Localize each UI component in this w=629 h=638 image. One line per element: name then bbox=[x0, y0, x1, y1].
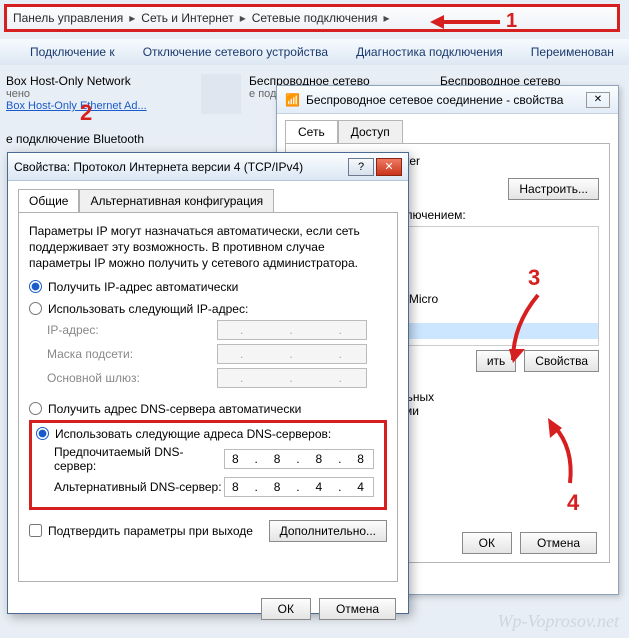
ipv4-properties-window: Свойства: Протокол Интернета версии 4 (T… bbox=[7, 152, 409, 614]
ok-button[interactable]: OК bbox=[261, 598, 311, 620]
mask-label: Маска подсети: bbox=[47, 347, 217, 361]
advanced-button[interactable]: Дополнительно... bbox=[269, 520, 387, 542]
network-icon: 📶 bbox=[285, 93, 300, 107]
gateway-field: ... bbox=[217, 368, 367, 388]
chevron-right-icon: ▸ bbox=[129, 11, 135, 25]
dns-highlight-box: Использовать следующие адреса DNS-сервер… bbox=[29, 420, 387, 510]
tab-alternate[interactable]: Альтернативная конфигурация bbox=[79, 189, 274, 212]
radio-input[interactable] bbox=[36, 427, 49, 440]
annotation-arrow-1: 1 bbox=[430, 10, 517, 33]
close-button[interactable]: ✕ bbox=[586, 92, 610, 108]
confirm-on-exit[interactable]: Подтвердить параметры при выходе bbox=[29, 524, 253, 538]
ip-label: IP-адрес: bbox=[47, 323, 217, 337]
dns1-label: Предпочитаемый DNS-сервер: bbox=[54, 445, 224, 473]
toolbar-disable[interactable]: Отключение сетевого устройства bbox=[143, 45, 328, 59]
toolbar-connect[interactable]: Подключение к bbox=[30, 45, 115, 59]
annotation-arrow-3 bbox=[508, 290, 548, 370]
connection-adapter: Box Host-Only Ethernet Ad... bbox=[6, 100, 189, 112]
connection-name: е подключение Bluetooth bbox=[6, 132, 144, 146]
titlebar[interactable]: 📶 Беспроводное сетевое соединение - свой… bbox=[277, 86, 618, 114]
radio-input[interactable] bbox=[29, 302, 42, 315]
radio-obtain-dns[interactable]: Получить адрес DNS-сервера автоматически bbox=[29, 402, 387, 416]
tab-network[interactable]: Сеть bbox=[285, 120, 338, 143]
dns1-field[interactable]: 8.8.8.8 bbox=[224, 449, 374, 469]
breadcrumb-net[interactable]: Сеть и Интернет bbox=[141, 11, 233, 25]
connection-status: чено bbox=[6, 88, 189, 100]
connection-item[interactable]: Box Host-Only Network чено Box Host-Only… bbox=[6, 74, 189, 126]
cancel-button[interactable]: Отмена bbox=[520, 532, 597, 554]
connection-name: Box Host-Only Network bbox=[6, 74, 189, 88]
annotation-3: 3 bbox=[528, 265, 540, 291]
chevron-right-icon: ▸ bbox=[240, 11, 246, 25]
dns2-field[interactable]: 8.8.4.4 bbox=[224, 477, 374, 497]
annotation-2: 2 bbox=[80, 100, 92, 126]
gateway-label: Основной шлюз: bbox=[47, 371, 217, 385]
help-button[interactable]: ? bbox=[348, 158, 374, 176]
checkbox-input[interactable] bbox=[29, 524, 42, 537]
radio-use-ip[interactable]: Использовать следующий IP-адрес: bbox=[29, 302, 387, 316]
ok-button[interactable]: OК bbox=[462, 532, 512, 554]
configure-button[interactable]: Настроить... bbox=[508, 178, 599, 200]
window-title: Беспроводное сетевое соединение - свойст… bbox=[306, 93, 564, 107]
cancel-button[interactable]: Отмена bbox=[319, 598, 396, 620]
mask-field: ... bbox=[217, 344, 367, 364]
window-title: Свойства: Протокол Интернета версии 4 (T… bbox=[14, 160, 303, 174]
radio-obtain-ip[interactable]: Получить IP-адрес автоматически bbox=[29, 280, 387, 294]
toolbar-rename[interactable]: Переименован bbox=[531, 45, 614, 59]
toolbar: Подключение к Отключение сетевого устрой… bbox=[0, 39, 629, 65]
radio-use-dns[interactable]: Использовать следующие адреса DNS-сервер… bbox=[36, 427, 380, 441]
close-button[interactable]: ✕ bbox=[376, 158, 402, 176]
description-text: Параметры IP могут назначаться автоматич… bbox=[29, 223, 387, 272]
tab-access[interactable]: Доступ bbox=[338, 120, 403, 143]
radio-input[interactable] bbox=[29, 280, 42, 293]
ip-field: ... bbox=[217, 320, 367, 340]
tab-general[interactable]: Общие bbox=[18, 189, 79, 212]
annotation-arrow-4 bbox=[540, 418, 580, 488]
dns2-label: Альтернативный DNS-сервер: bbox=[54, 480, 224, 494]
titlebar[interactable]: Свойства: Протокол Интернета версии 4 (T… bbox=[8, 153, 408, 181]
breadcrumb[interactable]: Панель управления ▸ Сеть и Интернет ▸ Се… bbox=[4, 4, 620, 32]
annotation-4: 4 bbox=[567, 490, 579, 516]
chevron-right-icon: ▸ bbox=[384, 11, 390, 25]
radio-input[interactable] bbox=[29, 402, 42, 415]
watermark: Wp-Voprosov.net bbox=[498, 611, 619, 632]
breadcrumb-connections[interactable]: Сетевые подключения bbox=[252, 11, 378, 25]
breadcrumb-root[interactable]: Панель управления bbox=[13, 11, 123, 25]
network-icon bbox=[201, 74, 241, 114]
toolbar-diagnose[interactable]: Диагностика подключения bbox=[356, 45, 503, 59]
